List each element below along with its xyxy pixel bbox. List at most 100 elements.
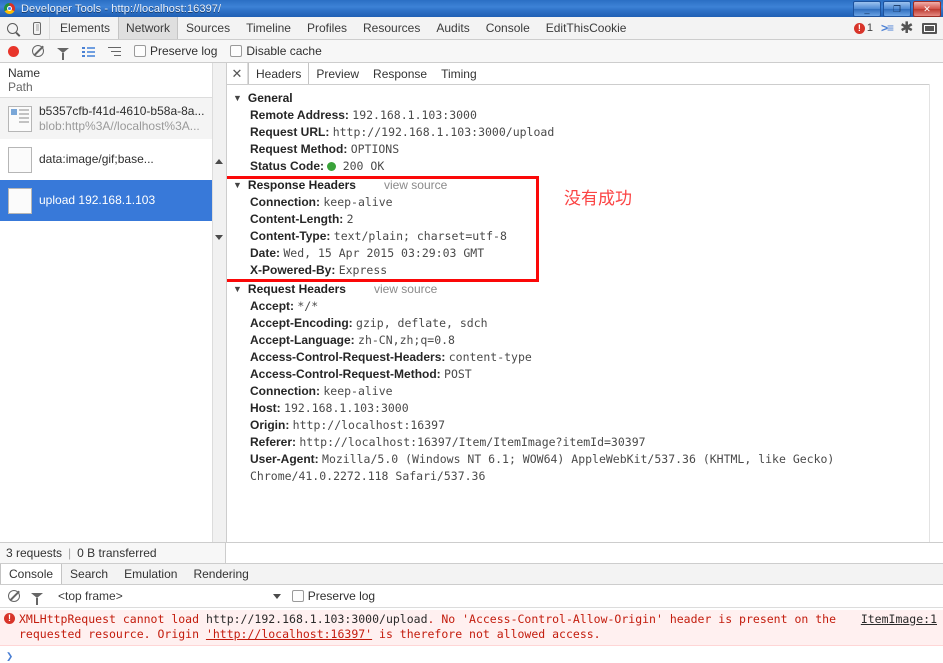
- disable-cache-checkbox[interactable]: Disable cache: [230, 44, 322, 58]
- tab-network[interactable]: Network: [118, 17, 179, 39]
- table-row[interactable]: upload 192.168.1.103: [0, 180, 226, 221]
- header-key: Connection:: [250, 384, 320, 398]
- header-key: Content-Length:: [250, 212, 344, 226]
- console-error-message[interactable]: ! XMLHttpRequest cannot load http://192.…: [0, 610, 943, 646]
- scroll-down-icon[interactable]: [215, 235, 223, 240]
- tab-resources[interactable]: Resources: [355, 17, 428, 39]
- checkbox-icon[interactable]: [230, 45, 243, 57]
- section-request-headers: ▼ Request Headers view source Accept: */…: [231, 280, 943, 485]
- tab-headers[interactable]: Headers: [248, 63, 310, 84]
- checkbox-icon[interactable]: [291, 590, 304, 602]
- tab-console[interactable]: Console: [478, 17, 538, 39]
- section-header[interactable]: ▼ General: [231, 89, 943, 107]
- console-drawer-icon[interactable]: >≡: [881, 21, 894, 35]
- console-message-text: XMLHttpRequest cannot load http://192.16…: [19, 612, 853, 642]
- console-drawer: Console Search Emulation Rendering <top …: [0, 564, 943, 663]
- tab-elements[interactable]: Elements: [52, 17, 118, 39]
- header-value: OPTIONS: [350, 142, 400, 156]
- preserve-log-checkbox[interactable]: Preserve log: [134, 44, 217, 58]
- console-preserve-log-label: Preserve log: [307, 589, 376, 603]
- header-value: Express: [338, 263, 388, 277]
- header-value: zh-CN,zh;q=0.8: [358, 333, 455, 347]
- device-mode-button[interactable]: [25, 17, 50, 39]
- minimize-button[interactable]: _: [853, 1, 881, 17]
- triangle-down-icon[interactable]: ▼: [233, 284, 242, 294]
- chevron-down-icon[interactable]: [272, 593, 281, 599]
- request-list-header[interactable]: Name Path: [0, 63, 226, 98]
- panel-tab-list: Elements Network Sources Timeline Profil…: [52, 17, 854, 39]
- detail-scrollbar[interactable]: [929, 84, 943, 542]
- tab-editthiscookie[interactable]: EditThisCookie: [538, 17, 635, 39]
- header-value: http://localhost:16397: [292, 418, 445, 432]
- tab-response[interactable]: Response: [366, 63, 434, 84]
- section-title: Request Headers: [247, 282, 346, 296]
- console-message-source[interactable]: ItemImage:1: [861, 612, 937, 626]
- header-key: Access-Control-Request-Headers:: [250, 350, 446, 364]
- group-by-frame-icon[interactable]: [108, 46, 121, 57]
- view-source-link[interactable]: view source: [352, 282, 437, 296]
- tab-search[interactable]: Search: [62, 564, 116, 584]
- status-ok-icon: [327, 162, 337, 171]
- request-list-scrollbar[interactable]: [212, 63, 226, 542]
- checkbox-icon[interactable]: [134, 45, 146, 57]
- close-button[interactable]: ✕: [913, 1, 941, 17]
- search-icon: [7, 22, 18, 34]
- devtools-main-toolbar: Elements Network Sources Timeline Profil…: [0, 17, 943, 40]
- table-row[interactable]: b5357cfb-f41d-4610-b58a-8a... blob:http%…: [0, 98, 226, 139]
- record-icon[interactable]: [8, 45, 19, 57]
- msg-url[interactable]: http://192.168.1.103:3000/upload: [206, 612, 428, 626]
- dock-icon[interactable]: [922, 22, 937, 34]
- window-controls: _ ❐ ✕: [853, 1, 941, 17]
- header-row: Connection: keep-alive: [231, 383, 943, 400]
- header-value: http://localhost:16397/Item/ItemImage?it…: [299, 435, 646, 449]
- status-summary: 3 requests | 0 B transferred: [0, 543, 226, 563]
- header-value: 192.168.1.103:3000: [352, 108, 477, 122]
- error-count-badge[interactable]: ! 1: [853, 22, 873, 34]
- triangle-down-icon[interactable]: ▼: [233, 180, 242, 190]
- header-row: Origin: http://localhost:16397: [231, 417, 943, 434]
- header-row: User-Agent: Mozilla/5.0 (Windows NT 6.1;…: [231, 451, 943, 485]
- console-preserve-log-checkbox[interactable]: Preserve log: [291, 589, 376, 603]
- header-key: Origin:: [250, 418, 290, 432]
- header-row: Access-Control-Request-Headers: content-…: [231, 349, 943, 366]
- filter-icon[interactable]: [31, 592, 43, 605]
- request-detail-pane: ✕ Headers Preview Response Timing ▼ Gene…: [227, 63, 943, 542]
- gear-icon[interactable]: [900, 18, 914, 38]
- clear-icon[interactable]: [32, 45, 44, 57]
- header-row: Accept-Encoding: gzip, deflate, sdch: [231, 315, 943, 332]
- header-value: 2: [346, 212, 354, 226]
- header-row: Content-Type: text/plain; charset=utf-8: [231, 228, 943, 245]
- maximize-button[interactable]: ❐: [883, 1, 911, 17]
- tab-preview[interactable]: Preview: [309, 63, 366, 84]
- tab-rendering[interactable]: Rendering: [185, 564, 256, 584]
- header-key: Content-Type:: [250, 229, 331, 243]
- tab-profiles[interactable]: Profiles: [299, 17, 355, 39]
- section-header[interactable]: ▼ Request Headers view source: [231, 280, 943, 298]
- inspect-element-button[interactable]: [0, 17, 25, 39]
- chrome-logo-icon: [3, 2, 17, 15]
- transferred-size: 0 B transferred: [77, 546, 157, 560]
- header-key: Host:: [250, 401, 281, 415]
- tab-timing[interactable]: Timing: [434, 63, 484, 84]
- table-row[interactable]: data:image/gif;base...: [0, 139, 226, 180]
- tab-emulation[interactable]: Emulation: [116, 564, 185, 584]
- execution-context-select[interactable]: <top frame>: [58, 589, 281, 603]
- close-detail-button[interactable]: ✕: [227, 63, 248, 84]
- large-rows-icon[interactable]: [82, 46, 95, 57]
- header-row: Status Code: 200 OK: [231, 158, 943, 175]
- filter-icon[interactable]: [57, 47, 69, 60]
- tab-console[interactable]: Console: [0, 564, 63, 584]
- msg-origin[interactable]: 'http://localhost:16397': [206, 627, 372, 641]
- header-key: User-Agent:: [250, 452, 319, 466]
- tab-sources[interactable]: Sources: [178, 17, 238, 39]
- header-value: 200 OK: [342, 159, 385, 173]
- tab-timeline[interactable]: Timeline: [238, 17, 299, 39]
- tab-audits[interactable]: Audits: [428, 17, 477, 39]
- header-value: POST: [444, 367, 472, 381]
- scroll-up-icon[interactable]: [215, 159, 223, 164]
- clear-console-icon[interactable]: [8, 590, 20, 602]
- view-source-link[interactable]: view source: [362, 178, 447, 192]
- triangle-down-icon[interactable]: ▼: [233, 93, 242, 103]
- header-value: keep-alive: [323, 384, 393, 398]
- request-list-pane: Name Path b5357cfb-f41d-4610-b58a-8a... …: [0, 63, 227, 542]
